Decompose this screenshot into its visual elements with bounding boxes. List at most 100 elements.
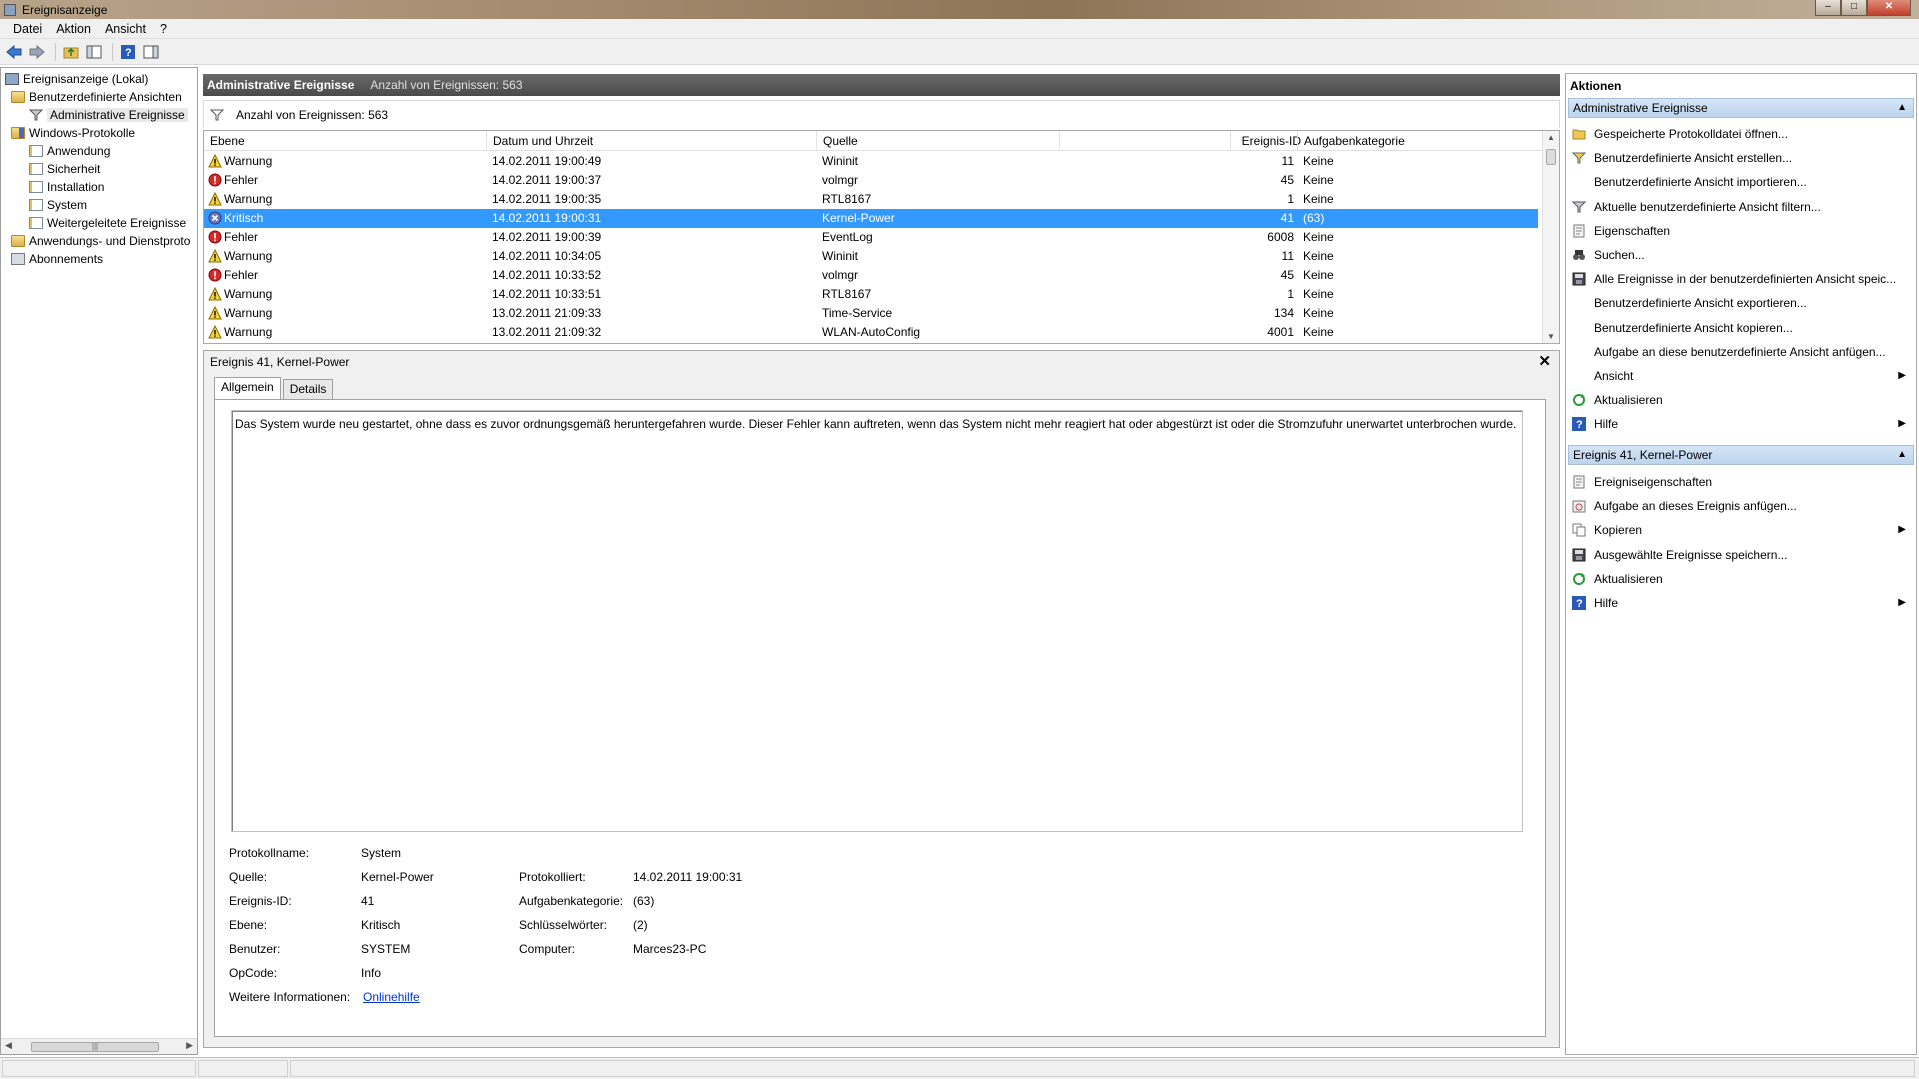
- collapse-icon[interactable]: ▲: [1897, 446, 1907, 464]
- filter-count: Anzahl von Ereignissen: 563: [236, 107, 389, 122]
- action-label: Aktualisieren: [1594, 571, 1663, 586]
- action-aktualisieren[interactable]: Aktualisieren: [1570, 569, 1910, 589]
- action-benutzerdefinierte-ansicht-exportieren[interactable]: Benutzerdefinierte Ansicht exportieren..…: [1570, 293, 1910, 313]
- help-icon[interactable]: ?: [118, 42, 138, 62]
- action-alle-ereignisse-in-der-benutzerdefinierten-ansicht-speic[interactable]: Alle Ereignisse in der benutzerdefiniert…: [1570, 269, 1910, 289]
- log-icon: [29, 181, 43, 193]
- tree-item-anwendung[interactable]: Anwendung: [29, 142, 110, 160]
- table-row[interactable]: Fehler 14.02.2011 19:00:39 EventLog 6008 Kei…: [204, 228, 1538, 247]
- tree-item-system[interactable]: System: [29, 196, 87, 214]
- table-row[interactable]: Kritisch 14.02.2011 19:00:31 Kernel-Power 4…: [204, 209, 1538, 228]
- column-header-aufgabenkategorie[interactable]: Aufgabenkategorie: [1297, 131, 1527, 151]
- up-folder-icon[interactable]: [61, 42, 81, 62]
- minimize-button[interactable]: –: [1815, 0, 1841, 16]
- action-aufgabe-an-dieses-ereignis-anfügen[interactable]: Aufgabe an dieses Ereignis anfügen...: [1570, 496, 1910, 516]
- action-gespeicherte-protokolldatei-öffnen[interactable]: Gespeicherte Protokolldatei öffnen...: [1570, 124, 1910, 144]
- table-row[interactable]: Warnung 14.02.2011 10:33:51 RTL8167 1 Keine: [204, 285, 1538, 304]
- warning-icon: [208, 286, 222, 301]
- submenu-arrow-icon: ▶: [1898, 418, 1906, 430]
- scroll-left-icon[interactable]: ◀: [5, 1040, 12, 1051]
- folder-icon: [11, 235, 25, 247]
- actions-section-administrative-ereignisse[interactable]: Administrative Ereignisse ▲: [1568, 98, 1914, 118]
- action-suchen[interactable]: Suchen...: [1570, 245, 1910, 265]
- action-ereigniseigenschaften[interactable]: Ereigniseigenschaften: [1570, 472, 1910, 492]
- show-hide-actions-icon[interactable]: [141, 42, 161, 62]
- cell-datetime: 14.02.2011 19:00:37: [492, 173, 602, 187]
- tab-body-allgemein: Das System wurde neu gestartet, ohne das…: [214, 399, 1546, 1037]
- column-header-datum[interactable]: Datum und Uhrzeit: [486, 131, 816, 151]
- back-arrow-icon[interactable]: [4, 42, 24, 62]
- action-aktuelle-benutzerdefinierte-ansicht-filtern[interactable]: Aktuelle benutzerdefinierte Ansicht filt…: [1570, 197, 1910, 217]
- tree-horizontal-scrollbar[interactable]: ◀ ||| ▶: [1, 1038, 197, 1054]
- menu-datei[interactable]: Datei: [6, 22, 49, 36]
- table-vertical-scrollbar[interactable]: ▲ ▼: [1542, 131, 1559, 343]
- maximize-button[interactable]: □: [1841, 0, 1867, 16]
- action-label: Benutzerdefinierte Ansicht exportieren..…: [1594, 296, 1807, 311]
- action-label: Ansicht: [1594, 369, 1634, 383]
- action-hilfe[interactable]: ? Hilfe ▶: [1570, 414, 1910, 434]
- tab-details[interactable]: Details: [282, 379, 334, 399]
- table-row[interactable]: Warnung 14.02.2011 19:00:35 RTL8167 1 Keine: [204, 190, 1538, 209]
- tree-item-administrative-ereignisse[interactable]: Administrative Ereignisse: [29, 106, 188, 124]
- action-aufgabe-an-diese-benutzerdefinierte-ansicht-anfügen[interactable]: Aufgabe an diese benutzerdefinierte Ansi…: [1570, 342, 1910, 362]
- show-hide-tree-icon[interactable]: [84, 42, 104, 62]
- detail-close-icon[interactable]: ✕: [1538, 352, 1551, 370]
- close-window-button[interactable]: ✕: [1867, 0, 1911, 16]
- filter-icon: [210, 109, 224, 120]
- table-row[interactable]: Fehler 14.02.2011 19:00:37 volmgr 45 Keine: [204, 171, 1538, 190]
- table-row[interactable]: Fehler 14.02.2011 10:33:52 volmgr 45 Keine: [204, 266, 1538, 285]
- action-label: Suchen...: [1594, 248, 1645, 262]
- column-header-ebene[interactable]: Ebene: [204, 131, 486, 151]
- column-header-quelle[interactable]: Quelle: [816, 131, 1059, 151]
- tree-item-windows-protokolle[interactable]: Windows-Protokolle: [11, 124, 135, 142]
- prop-label-opcode: OpCode:: [229, 966, 278, 980]
- collapse-icon[interactable]: ▲: [1897, 99, 1907, 117]
- action-eigenschaften[interactable]: Eigenschaften: [1570, 221, 1910, 241]
- table-row[interactable]: Warnung 14.02.2011 10:34:05 Wininit 11 Keine: [204, 247, 1538, 266]
- cell-source: Time-Service: [822, 306, 893, 320]
- column-header-quelle-ext[interactable]: [1059, 131, 1259, 151]
- forward-arrow-icon[interactable]: [27, 42, 47, 62]
- action-hilfe[interactable]: ? Hilfe ▶: [1570, 593, 1910, 613]
- action-benutzerdefinierte-ansicht-kopieren[interactable]: Benutzerdefinierte Ansicht kopieren...: [1570, 318, 1910, 338]
- tree-item-ereignisanzeige[interactable]: Ereignisanzeige (Lokal): [5, 70, 148, 88]
- tab-allgemein[interactable]: Allgemein: [214, 377, 281, 399]
- table-row[interactable]: Warnung 14.02.2011 19:00:49 Wininit 11 Keine: [204, 152, 1538, 171]
- table-row[interactable]: Warnung 13.02.2011 21:09:32 WLAN-AutoConfi…: [204, 323, 1538, 342]
- tree-item-weitergeleitete-ereignisse[interactable]: Weitergeleitete Ereignisse: [29, 214, 186, 232]
- scroll-up-icon[interactable]: ▲: [1547, 133, 1555, 142]
- actions-section-ereignis[interactable]: Ereignis 41, Kernel-Power ▲: [1568, 445, 1914, 465]
- column-header-ereignis-id[interactable]: Ereignis-ID: [1230, 131, 1307, 151]
- warning-icon: [208, 191, 222, 206]
- action-label: Benutzerdefinierte Ansicht kopieren...: [1594, 320, 1793, 335]
- tree-item-anwendungs-und-dienstprotokolle[interactable]: Anwendungs- und Dienstproto: [11, 232, 190, 250]
- table-row[interactable]: Warnung 13.02.2011 21:09:33 Time-Service 13…: [204, 304, 1538, 323]
- scrollbar-thumb[interactable]: |||: [31, 1042, 159, 1052]
- tree-item-benutzerdefinierte-ansichten[interactable]: Benutzerdefinierte Ansichten: [11, 88, 182, 106]
- cell-level: Warnung: [208, 285, 272, 304]
- prop-value-protokolliert: 14.02.2011 19:00:31: [633, 870, 743, 884]
- scroll-right-icon[interactable]: ▶: [186, 1040, 193, 1051]
- action-kopieren[interactable]: Kopieren ▶: [1570, 520, 1910, 540]
- console-tree: Ereignisanzeige (Lokal) Benutzerdefinier…: [0, 67, 198, 1055]
- tree-item-installation[interactable]: Installation: [29, 178, 104, 196]
- menu-ansicht[interactable]: Ansicht: [98, 22, 153, 36]
- action-benutzerdefinierte-ansicht-importieren[interactable]: Benutzerdefinierte Ansicht importieren..…: [1570, 172, 1910, 192]
- scrollbar-thumb[interactable]: [1546, 149, 1556, 165]
- status-panel: [2, 1060, 196, 1077]
- action-ansicht[interactable]: Ansicht ▶: [1570, 366, 1910, 386]
- scroll-down-icon[interactable]: ▼: [1547, 332, 1555, 341]
- action-aktualisieren[interactable]: Aktualisieren: [1570, 390, 1910, 410]
- cell-datetime: 14.02.2011 19:00:39: [492, 230, 602, 244]
- tree-item-abonnements[interactable]: Abonnements: [11, 250, 103, 268]
- action-ausgewählte-ereignisse-speichern[interactable]: Ausgewählte Ereignisse speichern...: [1570, 545, 1910, 565]
- tree-item-sicherheit[interactable]: Sicherheit: [29, 160, 100, 178]
- cell-category: Keine: [1303, 192, 1334, 206]
- menu-help[interactable]: ?: [153, 22, 174, 36]
- event-description[interactable]: Das System wurde neu gestartet, ohne das…: [231, 410, 1523, 832]
- action-benutzerdefinierte-ansicht-erstellen[interactable]: Benutzerdefinierte Ansicht erstellen...: [1570, 148, 1910, 168]
- onlinehilfe-link[interactable]: Onlinehilfe: [363, 990, 420, 1004]
- menu-aktion[interactable]: Aktion: [49, 22, 98, 36]
- error-icon: [208, 173, 222, 187]
- cell-event-id: 45: [1280, 268, 1294, 282]
